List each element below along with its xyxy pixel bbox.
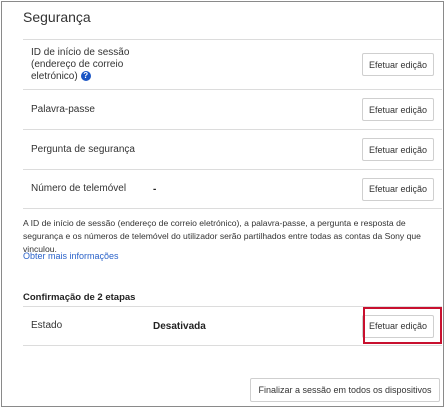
section-title: Segurança: [23, 9, 91, 25]
row-mobile-number: Número de telemóvel - Efetuar edição: [23, 169, 442, 209]
edit-mobile-number-button[interactable]: Efetuar edição: [361, 177, 434, 201]
two-step-title: Confirmação de 2 etapas: [23, 292, 136, 303]
row-login-id: ID de início de sessão (endereço de corr…: [23, 39, 442, 89]
mobile-number-value: -: [153, 183, 157, 195]
edit-password-button[interactable]: Efetuar edição: [361, 98, 434, 121]
mobile-number-label: Número de telemóvel: [31, 183, 127, 194]
two-step-status-value: Desativada: [153, 320, 206, 332]
two-step-status-label: Estado: [31, 320, 63, 331]
help-icon[interactable]: ?: [80, 70, 91, 81]
row-password: Palavra-passe Efetuar edição: [23, 89, 442, 129]
edit-security-question-button[interactable]: Efetuar edição: [361, 138, 434, 161]
row-security-question: Pergunta de segurança Efetuar edição: [23, 129, 442, 169]
password-label: Palavra-passe: [31, 103, 95, 115]
more-info-link[interactable]: Obter mais informações: [23, 251, 119, 261]
security-question-label: Pergunta de segurança: [31, 143, 135, 155]
security-table: ID de início de sessão (endereço de corr…: [23, 39, 442, 209]
row-label: ID de início de sessão (endereço de corr…: [31, 47, 141, 83]
edit-login-id-button[interactable]: Efetuar edição: [361, 53, 434, 76]
highlight-box: [363, 307, 442, 344]
signout-all-devices-button[interactable]: Finalizar a sessão em todos os dispositi…: [250, 378, 440, 402]
